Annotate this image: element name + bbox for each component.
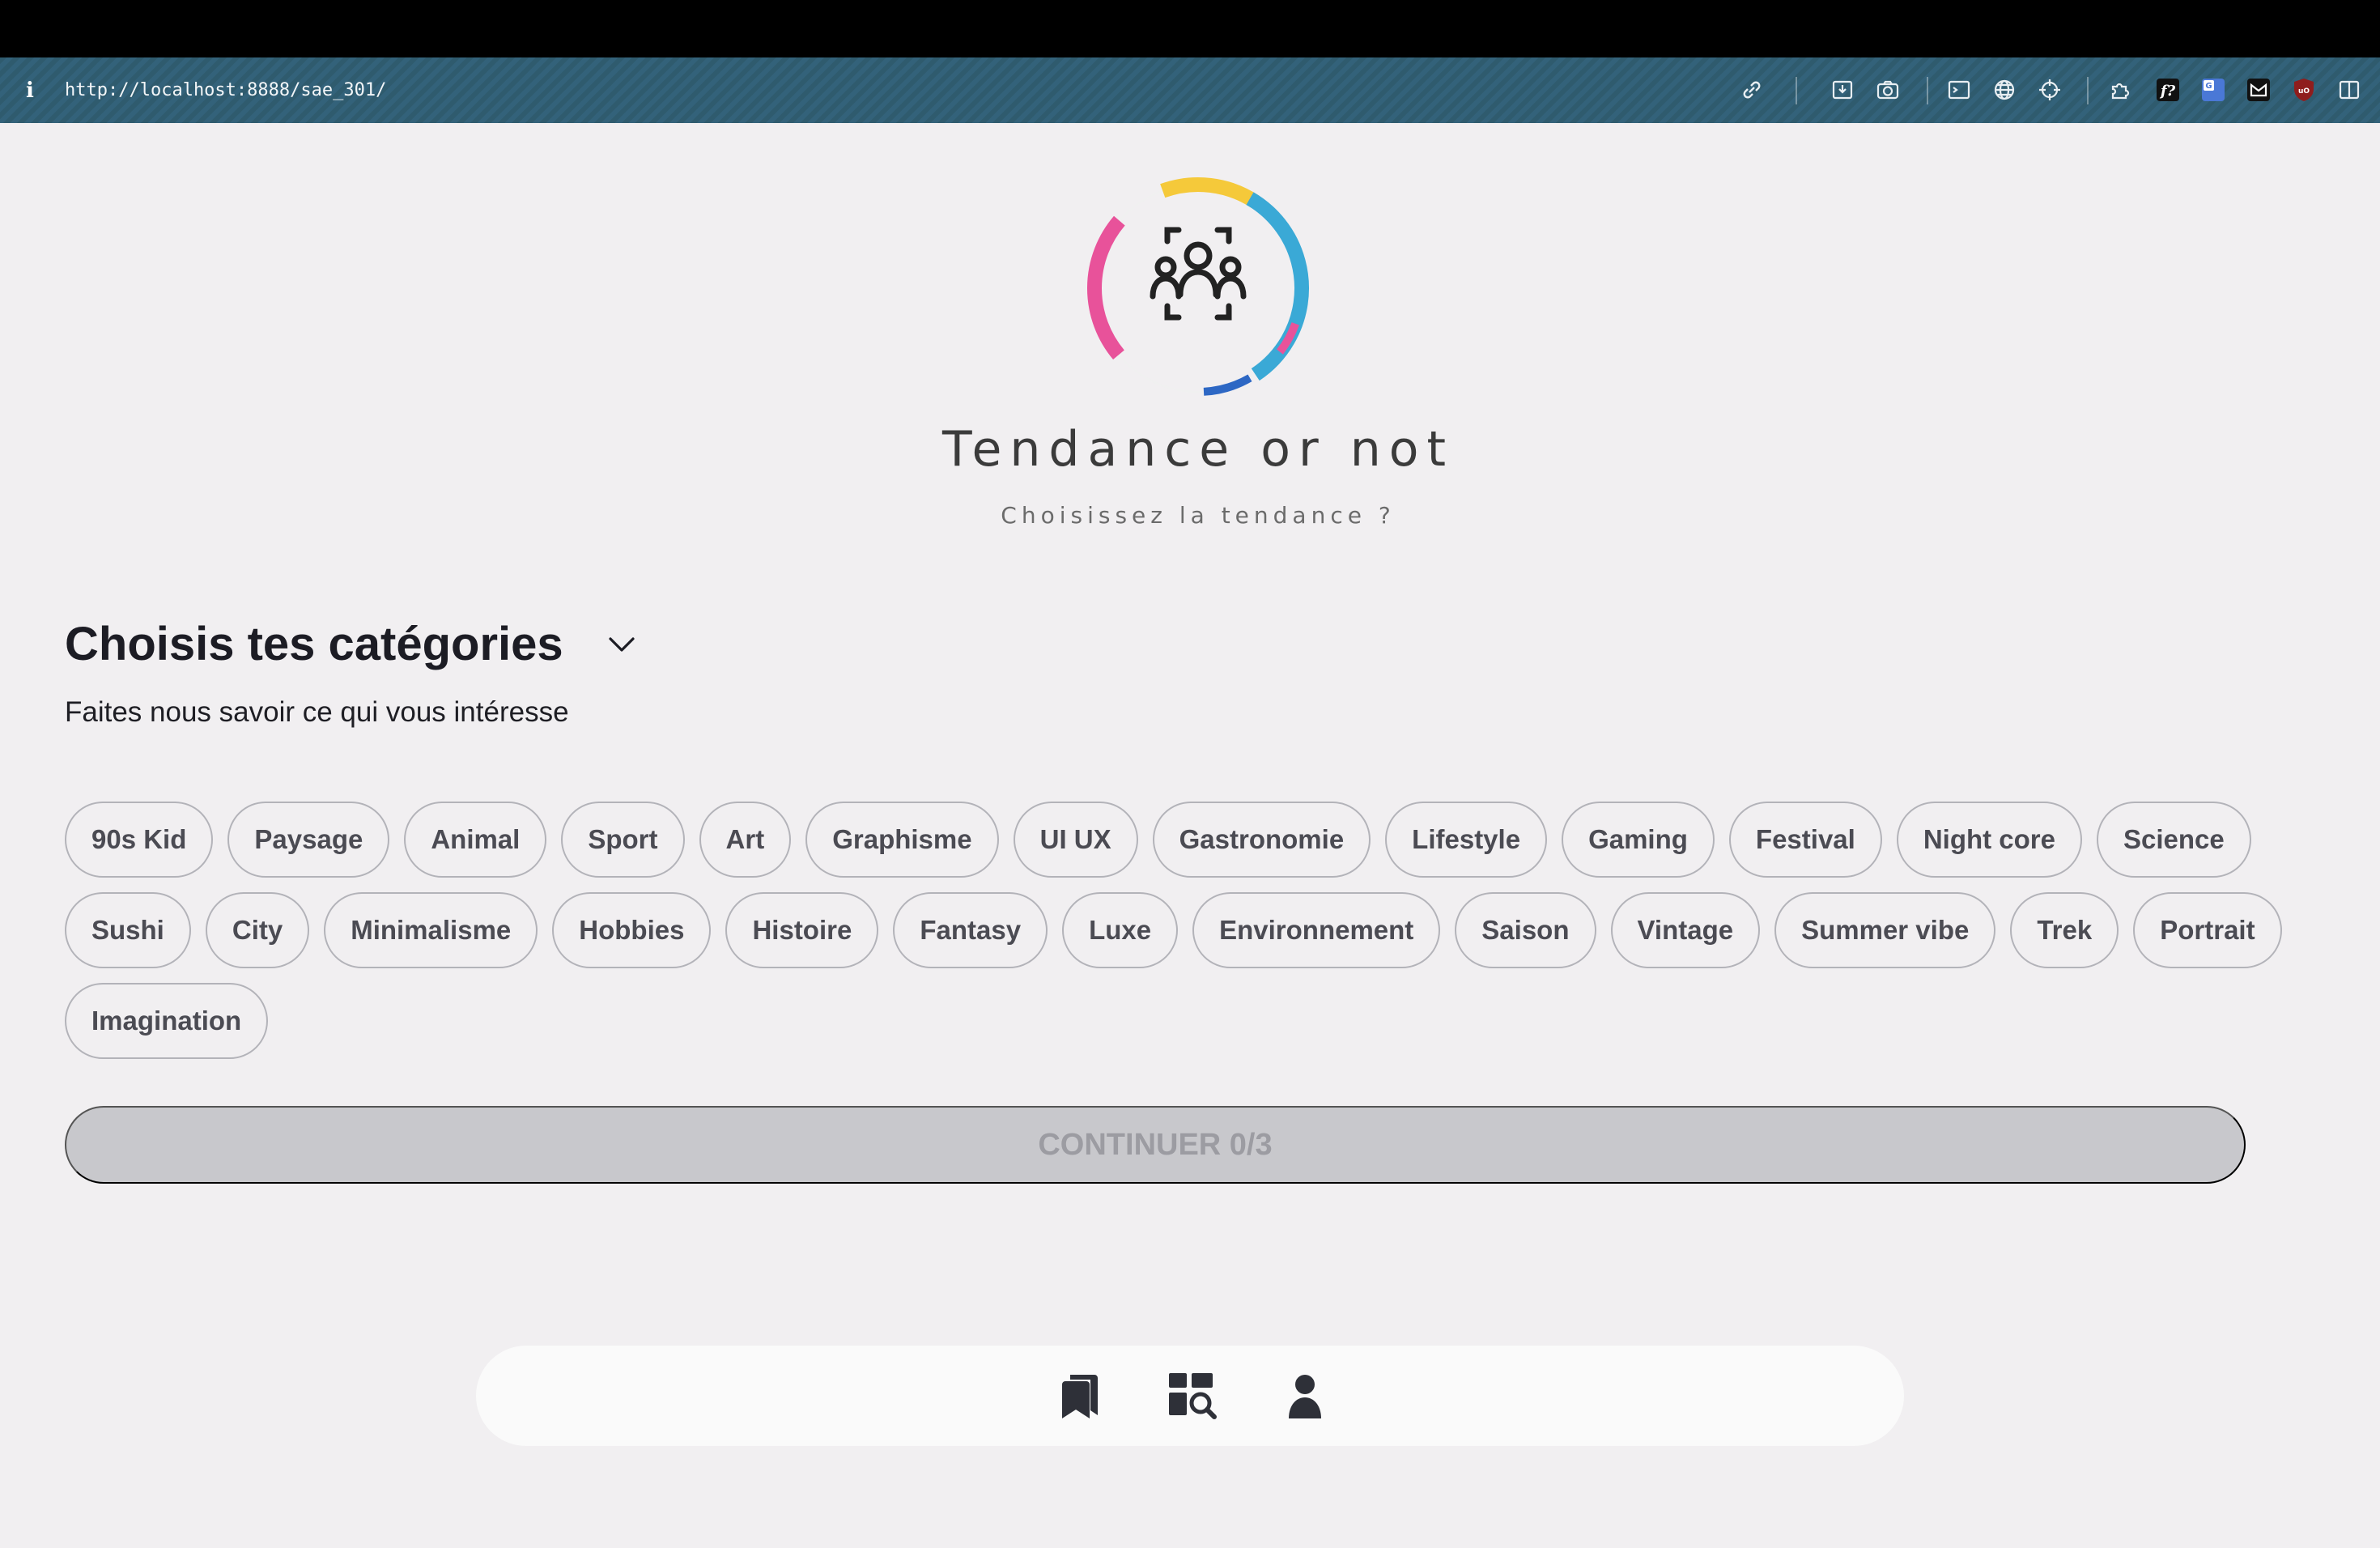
save-page-icon[interactable] — [1830, 77, 1855, 103]
dashboard-search-icon[interactable] — [1164, 1368, 1219, 1423]
categories-subheading: Faites nous savoir ce qui vous intéresse — [65, 696, 569, 728]
brand-title: Tendance or not — [942, 421, 1454, 478]
ublock-icon[interactable]: uO — [2291, 77, 2317, 103]
bookmarks-icon[interactable] — [1052, 1368, 1107, 1423]
category-chip[interactable]: Paysage — [227, 802, 390, 878]
category-chip[interactable]: Sushi — [65, 892, 191, 968]
categories-heading: Choisis tes catégories — [65, 618, 563, 670]
user-icon[interactable] — [1277, 1368, 1332, 1423]
category-chip[interactable]: Minimalisme — [324, 892, 538, 968]
categories-header[interactable]: Choisis tes catégories — [65, 617, 638, 671]
sidebar-icon[interactable] — [2336, 77, 2362, 103]
camera-icon[interactable] — [1875, 77, 1901, 103]
globe-icon[interactable] — [1991, 77, 2017, 103]
category-chip[interactable]: 90s Kid — [65, 802, 214, 878]
category-chip[interactable]: Saison — [1455, 892, 1596, 968]
toolbar-separator — [1927, 77, 1928, 104]
continue-button[interactable]: CONTINUER 0/3 — [65, 1106, 2246, 1184]
category-chip[interactable]: Luxe — [1062, 892, 1179, 968]
terminal-icon[interactable] — [1946, 77, 1972, 103]
category-chip[interactable]: Trek — [2010, 892, 2119, 968]
category-chip[interactable]: Hobbies — [552, 892, 712, 968]
bottom-nav — [476, 1346, 1904, 1446]
category-chip[interactable]: Science — [2097, 802, 2251, 878]
chip-row: Sushi City Minimalisme Hobbies Histoire … — [65, 892, 2282, 968]
tendance-logo — [1077, 167, 1320, 410]
category-chip-list: 90s Kid Paysage Animal Sport Art Graphis… — [65, 802, 2282, 1074]
translate-icon[interactable]: G — [2200, 77, 2226, 103]
category-chip[interactable]: UI UX — [1013, 802, 1138, 878]
mail-icon[interactable] — [2246, 77, 2272, 103]
extensions-icon[interactable] — [2108, 77, 2134, 103]
svg-text:G: G — [2205, 82, 2212, 91]
chip-row: 90s Kid Paysage Animal Sport Art Graphis… — [65, 802, 2267, 878]
category-chip[interactable]: Animal — [404, 802, 547, 878]
category-chip[interactable]: City — [205, 892, 310, 968]
link-icon[interactable] — [1739, 77, 1765, 103]
category-chip[interactable]: Graphisme — [805, 802, 999, 878]
category-chip[interactable]: Gastronomie — [1152, 802, 1371, 878]
category-chip[interactable]: Lifestyle — [1385, 802, 1548, 878]
browser-toolbar: f? G uO — [0, 57, 2380, 123]
category-chip[interactable]: Portrait — [2133, 892, 2282, 968]
chip-row: Imagination — [65, 983, 2267, 1059]
category-chip[interactable]: Vintage — [1610, 892, 1761, 968]
category-chip[interactable]: Imagination — [65, 983, 269, 1059]
crosshair-icon[interactable] — [2037, 77, 2063, 103]
category-chip[interactable]: Sport — [561, 802, 685, 878]
font-icon[interactable]: f? — [2155, 77, 2181, 103]
screen-top-bar — [0, 0, 2380, 57]
chevron-down-icon[interactable] — [606, 628, 638, 661]
category-chip[interactable]: Histoire — [725, 892, 879, 968]
category-chip[interactable]: Fantasy — [893, 892, 1048, 968]
category-chip[interactable]: Summer vibe — [1774, 892, 1996, 968]
svg-text:f?: f? — [2159, 83, 2176, 100]
toolbar-separator — [1796, 77, 1797, 104]
svg-text:uO: uO — [2298, 87, 2310, 96]
brand-tagline: Choisissez la tendance ? — [1001, 502, 1396, 529]
category-chip[interactable]: Gaming — [1562, 802, 1715, 878]
category-chip[interactable]: Art — [699, 802, 792, 878]
category-chip[interactable]: Festival — [1728, 802, 1882, 878]
browser-url-bar: i http://localhost:8888/sae_301/ f? G uO — [0, 57, 2380, 123]
category-chip[interactable]: Environnement — [1192, 892, 1441, 968]
toolbar-separator — [2087, 77, 2089, 104]
category-chip[interactable]: Night core — [1896, 802, 2083, 878]
